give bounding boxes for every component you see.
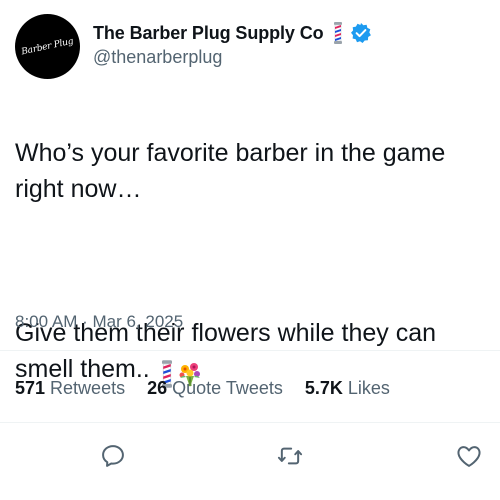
account-handle[interactable]: @thenarberplug — [93, 47, 372, 68]
quote-tweets-count: 26 — [147, 378, 168, 398]
reply-icon — [102, 445, 124, 467]
reply-button[interactable] — [96, 439, 130, 473]
tweet-header: Barber Plug The Barber Plug Supply Co @t… — [15, 14, 372, 79]
quote-tweets-label: Quote Tweets — [172, 378, 283, 398]
retweets-count: 571 — [15, 378, 46, 398]
retweets-label: Retweets — [50, 378, 126, 398]
tweet-line-1: Who’s your favorite barber in the game r… — [15, 139, 446, 203]
name-row: The Barber Plug Supply Co — [93, 22, 372, 44]
display-name[interactable]: The Barber Plug Supply Co — [93, 23, 324, 44]
quote-tweets-stat[interactable]: 26 Quote Tweets — [147, 378, 283, 399]
tweet-stats: 571 Retweets 26 Quote Tweets 5.7K Likes — [15, 378, 412, 399]
like-button[interactable] — [452, 439, 486, 473]
divider — [0, 422, 500, 423]
divider — [0, 350, 500, 351]
retweet-button[interactable] — [273, 439, 307, 473]
likes-stat[interactable]: 5.7K Likes — [305, 378, 390, 399]
likes-count: 5.7K — [304, 378, 343, 398]
retweet-icon — [277, 447, 303, 465]
tweet-timestamp[interactable]: 8:00 AM · Mar 6, 2025 — [15, 312, 183, 332]
verified-badge-icon — [350, 22, 372, 44]
likes-label: Likes — [347, 378, 390, 398]
avatar-logo-text: Barber Plug — [20, 36, 75, 57]
account-names: The Barber Plug Supply Co @thenarberplug — [93, 22, 372, 68]
tweet-card: Barber Plug The Barber Plug Supply Co @t… — [0, 0, 500, 500]
avatar[interactable]: Barber Plug — [15, 14, 80, 79]
barber-pole-icon — [330, 22, 346, 44]
like-icon — [457, 446, 481, 467]
retweets-stat[interactable]: 571 Retweets — [15, 378, 125, 399]
tweet-actions — [0, 439, 500, 479]
